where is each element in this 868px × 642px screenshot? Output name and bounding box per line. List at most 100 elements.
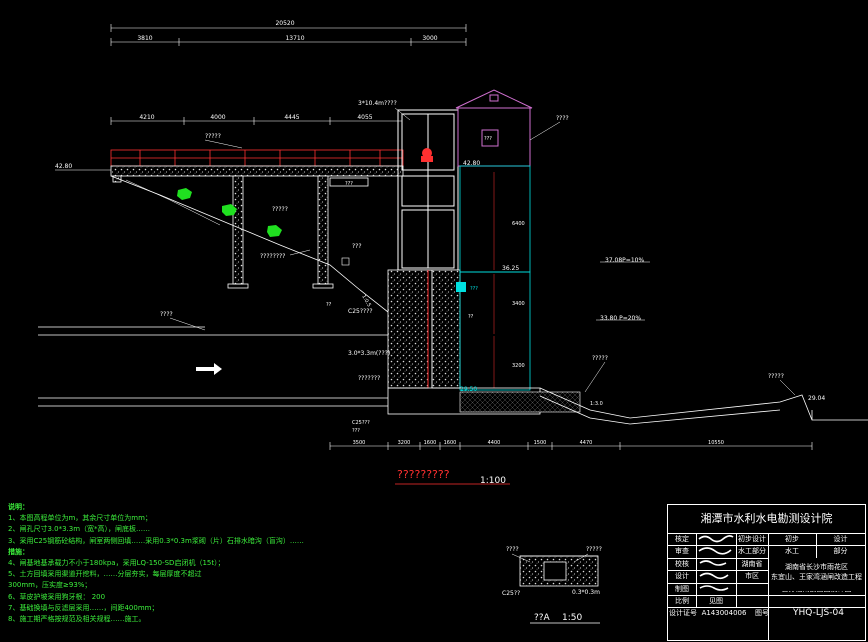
pier-bases <box>227 177 369 289</box>
dim-bottom-3: 1600 <box>424 440 437 446</box>
tb-role: 设计 <box>675 572 689 581</box>
outlet-label: ????? <box>592 355 608 362</box>
elev-left-top: 42.80 <box>55 163 72 170</box>
note-8: 8、施工期严格按规范及相关规程……施工。 <box>8 615 146 624</box>
note-5: 5、土方回填采用渠道开挖料，……分层夯实，每层厚度不超过 <box>8 570 202 579</box>
slope-ratio-2: 1:3.0 <box>590 401 603 407</box>
tb-sign-tag: 初步设计 <box>738 535 766 543</box>
gate-house <box>455 89 533 167</box>
tb-tag: 初步 <box>785 535 799 543</box>
tb-role: 比例 <box>675 597 689 605</box>
dim-bridge-4: 4055 <box>357 114 372 121</box>
house-inner-label: ??? <box>484 136 492 142</box>
gate-base-concrete <box>387 269 461 389</box>
house-leader <box>529 121 561 141</box>
main-scale: 1:100 <box>480 476 506 486</box>
dim-sub-b: 13710 <box>285 35 304 42</box>
notes-block: 说明： 1、本图高程单位为m，其余尺寸单位为mm； 2、闸孔尺寸3.0*3.3m… <box>8 502 308 625</box>
channel-label: ???? <box>160 311 173 318</box>
detail-title: ??A <box>534 613 551 623</box>
base-concrete-label: C25??? <box>352 420 370 426</box>
tb-project: 湖南省长沙市雨花区 东宜山、王家湾涵闸改造工程 <box>768 557 865 591</box>
detail-label-right: ????? <box>586 546 602 553</box>
outlet-leader <box>584 361 606 393</box>
tb-tag: 水工 <box>785 547 799 556</box>
note-3: 3、采用C25钢筋砼结构，闸室两侧回填……采用0.3*0.3m浆砌（片）石排水暗… <box>8 536 304 545</box>
concrete-label: C25???? <box>348 308 373 315</box>
note-2: 2、闸孔尺寸3.0*3.3m（宽*高），闸底板…… <box>8 525 151 534</box>
grass-markers <box>177 188 282 237</box>
note-7: 7、基础换填与反滤层采用……，间距400mm； <box>8 603 159 612</box>
note-6-value: 200 <box>91 592 106 601</box>
dim-sub-c: 3000 <box>422 35 437 42</box>
bridge-deck <box>110 149 404 167</box>
elev-gate-top: 42.80 <box>463 160 480 167</box>
tb-drawing-no: YHQ-LJS-04 <box>793 608 844 619</box>
bank-leader <box>779 379 796 396</box>
tb-sign-tag: 水工部分 <box>738 547 766 556</box>
hoist-base <box>421 156 433 162</box>
note-5b: 300mm，压实度≥93%； <box>8 581 92 590</box>
signature-scribbles <box>698 535 734 591</box>
dim-bottom-5: 4400 <box>488 440 501 446</box>
bridge-structure <box>110 165 404 285</box>
notes-heading-1: 说明： <box>8 503 29 511</box>
elev-right-end: 29.04 <box>808 395 825 402</box>
dim-bottom-6: 1500 <box>534 440 547 446</box>
embankment-slope-inner <box>125 179 221 226</box>
gate-size-label: 3.0*3.3m(???) <box>348 350 390 357</box>
tb-sign-tag: 市区 <box>745 572 759 581</box>
tb-role: 制图 <box>675 584 689 593</box>
note-4: 4、闸基地基承载力不小于180kpa，采用LQ-150-SD启闭机（15t）； <box>8 559 225 568</box>
tb-val: 设计 <box>833 535 848 543</box>
elev-invert: 29.50 <box>460 386 477 393</box>
channel-leader <box>169 317 206 331</box>
note-6-text: 6、草皮护坡采用狗牙根： <box>8 592 90 601</box>
tb-val: 部分 <box>833 547 848 556</box>
dim-sub-a: 3810 <box>137 35 152 42</box>
drain-box <box>341 257 350 266</box>
fixture-label: ??? <box>470 286 478 292</box>
elev-deck: 36.25 <box>502 265 519 272</box>
note-1: 1、本图高程单位为m，其余尺寸单位为mm； <box>8 514 152 523</box>
detail-concrete: C25?? <box>502 590 520 597</box>
base-label: ??????? <box>358 375 380 382</box>
elev-lower-water: 33.80 P=20% <box>600 315 641 322</box>
tb-sign-tag: 湖南省 <box>741 559 763 568</box>
dim-height-1: 6400 <box>512 221 525 227</box>
dim-bridge-1: 4210 <box>139 114 154 121</box>
dim-bottom-7: 4470 <box>580 440 593 446</box>
dim-bottom-4: 1600 <box>444 440 457 446</box>
dim-height-3: 3200 <box>512 363 525 369</box>
tb-role: 审查 <box>675 547 689 556</box>
tb-project-line2: 东宜山、王家湾涵闸改造工程 <box>771 573 862 581</box>
embank-leader <box>289 249 311 256</box>
title-block: 湘潭市水利水电勘测设计院 核定 初步设计 初步 设计 审查 水工部分 水工 部分… <box>667 504 866 641</box>
channel-lines <box>38 326 388 407</box>
note-6: 6、草皮护坡采用狗牙根： 200 <box>8 592 308 603</box>
house-label: ???? <box>556 115 569 122</box>
dim-overall: 20520 <box>275 20 294 27</box>
tb-role: 核定 <box>675 535 689 543</box>
detail-size: 0.3*0.3m <box>572 589 600 596</box>
bank-label: ????? <box>768 373 784 380</box>
tb-row-6: 设计证号 A143004006 图号 YHQ-LJS-04 <box>668 607 865 619</box>
institute-name: 湘潭市水利水电勘测设计院 <box>668 505 865 534</box>
embankment-slope <box>110 175 389 313</box>
gate-top-label: 3*10.4m???? <box>358 100 397 107</box>
elev-upper-water: 37.08P=10% <box>605 257 644 264</box>
flow-arrow <box>196 363 222 375</box>
tb-drawing-no-label: 图号 <box>755 609 769 618</box>
slope-ratio-1: 1:0.5 <box>360 294 372 308</box>
slope-label: ????? <box>272 206 288 213</box>
bridge-label-leader <box>204 139 243 149</box>
dim-height-2: 3400 <box>512 301 525 307</box>
pp-label: ?? <box>326 302 332 308</box>
tb-tag: A143004006 <box>701 609 747 618</box>
tag-label: ??? <box>352 243 362 250</box>
dim-bottom-1: 3500 <box>353 440 366 446</box>
dim-bottom-2: 3200 <box>398 440 411 446</box>
base-concrete-label-2: ??? <box>352 428 360 434</box>
apron-grid <box>459 391 581 413</box>
side-fixture <box>456 282 466 292</box>
